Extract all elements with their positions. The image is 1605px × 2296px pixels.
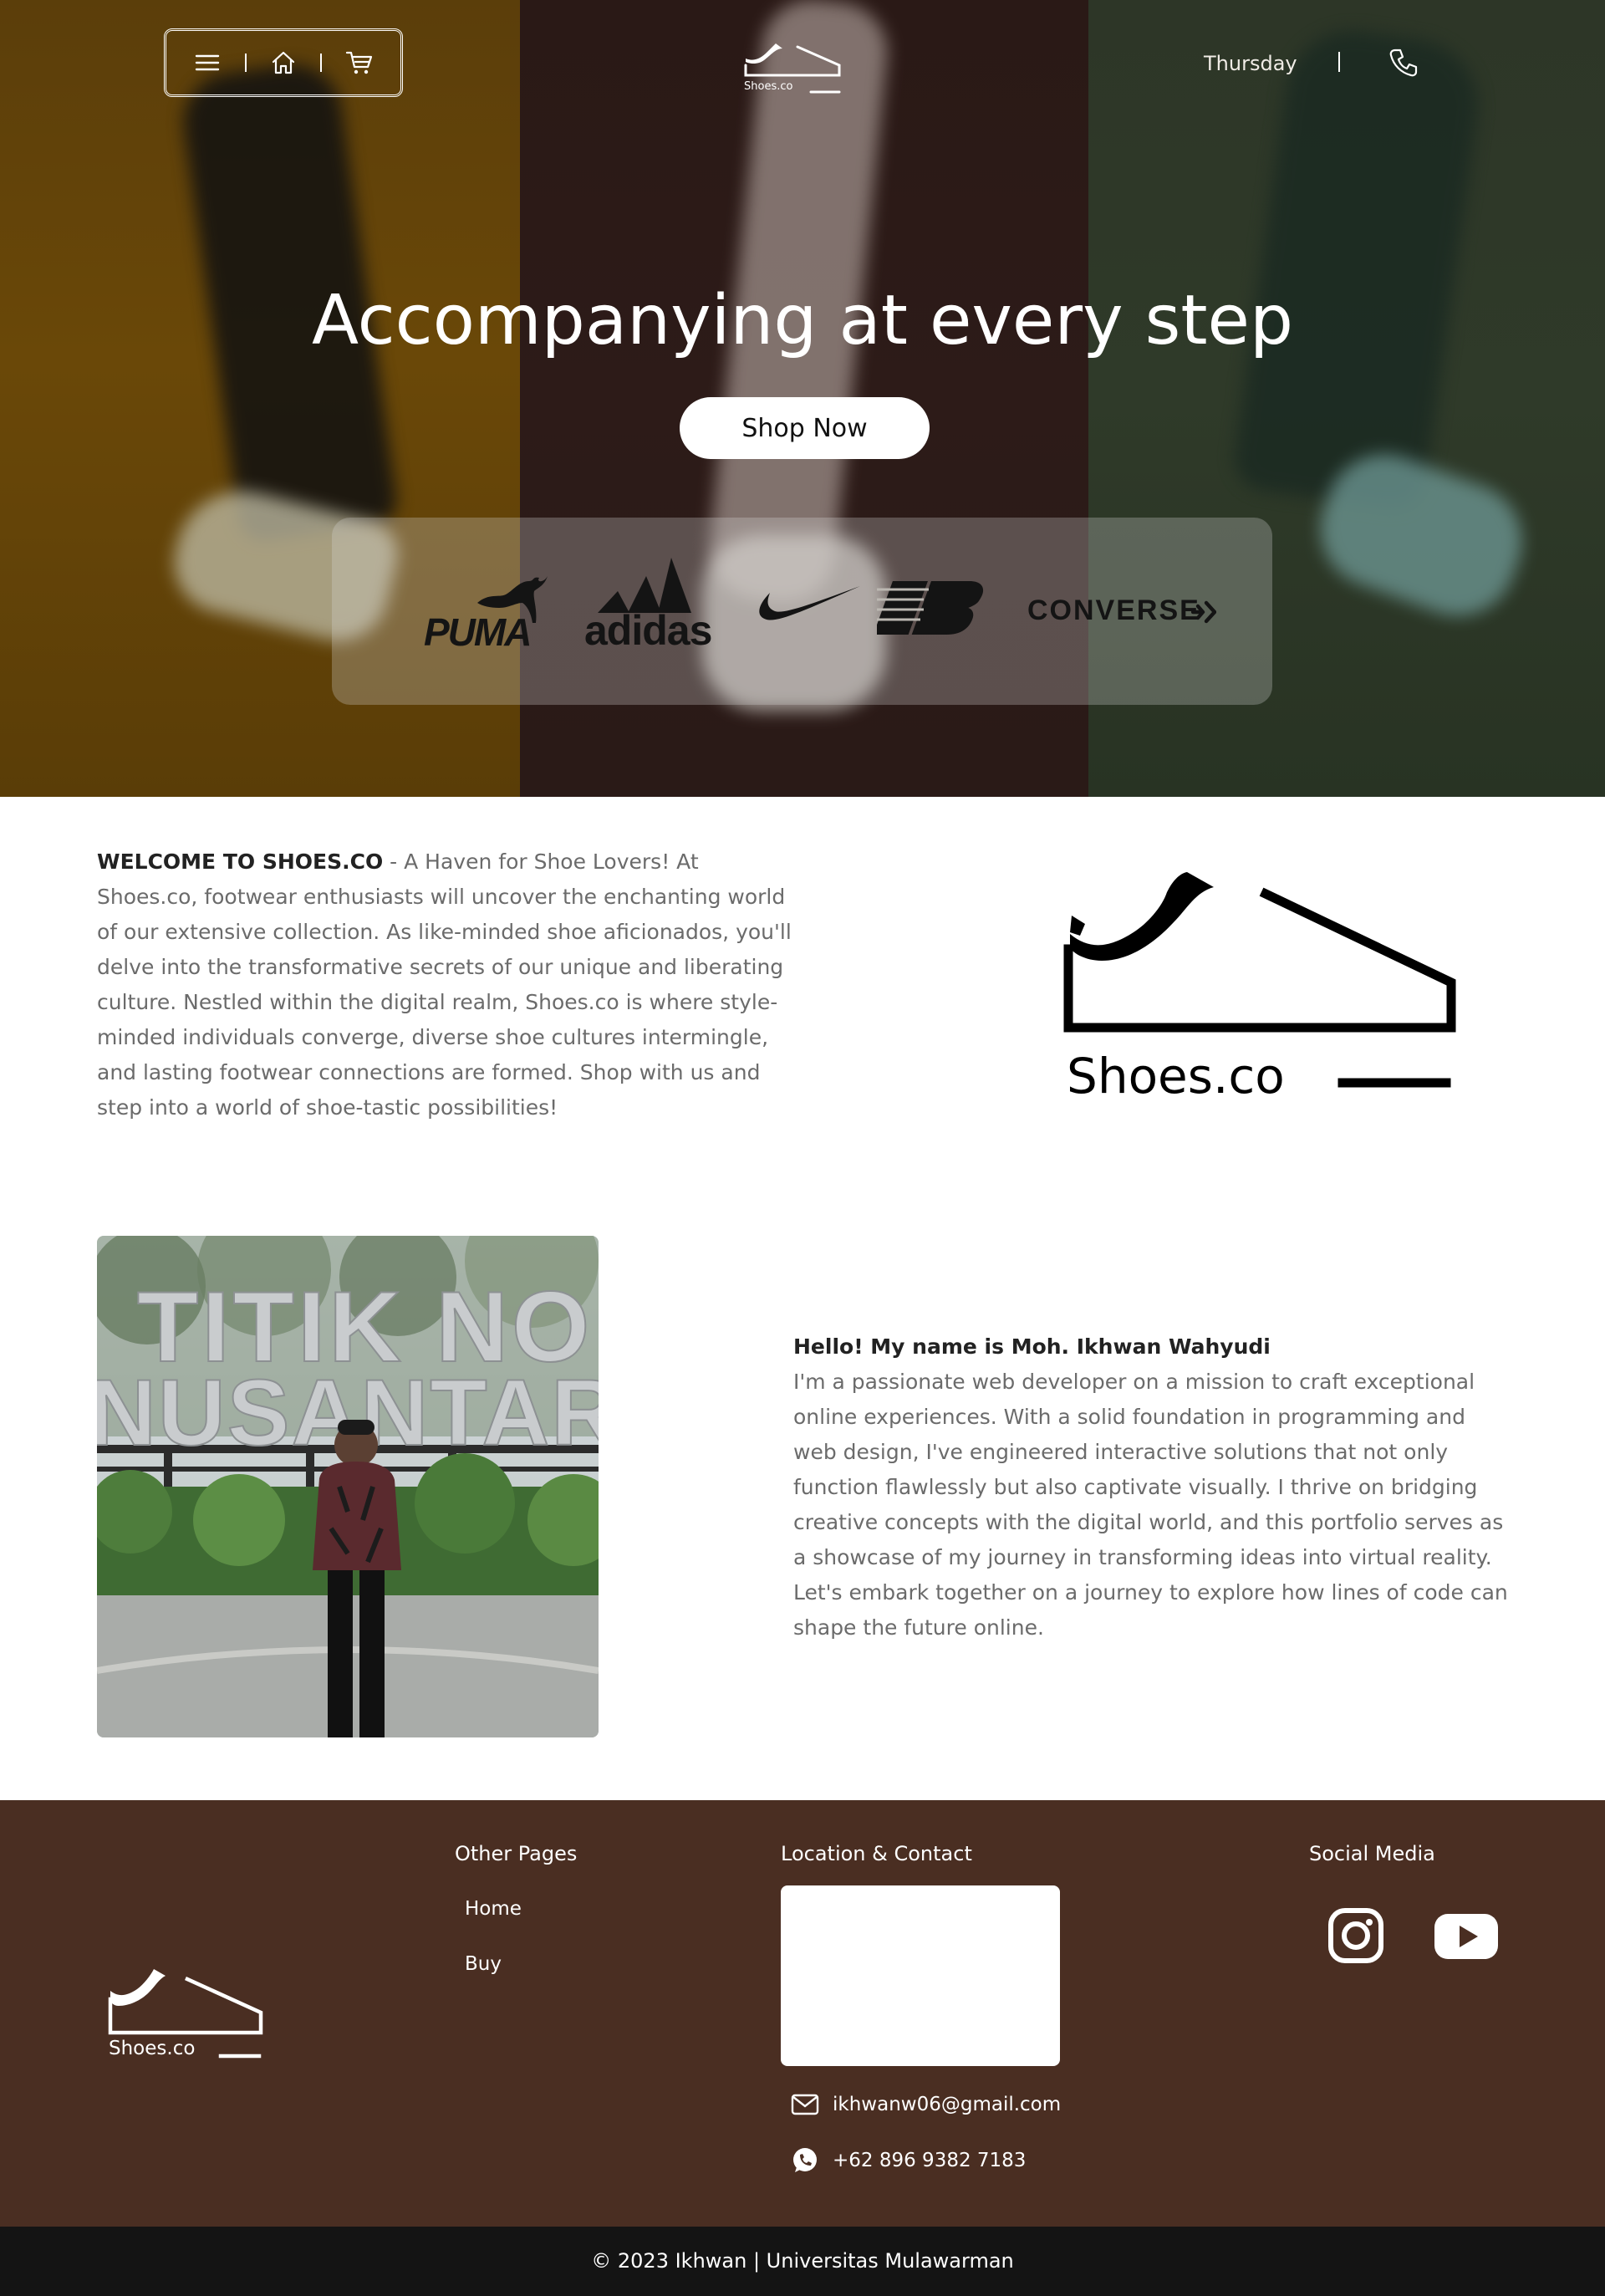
shop-now-button[interactable]: Shop Now [680, 397, 930, 459]
adidas-logo[interactable]: adidas [584, 558, 712, 654]
about-body: I'm a passionate web developer on a miss… [793, 1370, 1508, 1640]
home-icon[interactable] [268, 48, 298, 78]
hero-section: Shoes.co Thursday Accompanying at every … [0, 0, 1605, 797]
welcome-heading: WELCOME TO SHOES.CO [97, 850, 384, 874]
copyright-text: © 2023 Ikhwan | Universitas Mulawarman [591, 2249, 1014, 2273]
nav-icon-group [164, 28, 403, 97]
welcome-logo: Shoes.co [1062, 849, 1463, 1105]
copyright-bar: © 2023 Ikhwan | Universitas Mulawarman [0, 2227, 1605, 2296]
about-text: Hello! My name is Moh. Ikhwan Wahyudi I'… [793, 1329, 1512, 1645]
welcome-logo-wordmark: Shoes.co [1067, 1048, 1285, 1100]
cart-icon[interactable] [344, 48, 374, 78]
brand-logo-strip: PUMA adidas CONVERSE [332, 518, 1272, 705]
converse-logo[interactable]: CONVERSE [1027, 593, 1220, 631]
footer-logo-wordmark: Shoes.co [109, 2038, 195, 2059]
social-media-title: Social Media [1309, 1842, 1435, 1865]
site-footer: Shoes.co Other Pages Home Buy Location &… [0, 1800, 1605, 2227]
other-pages-title: Other Pages [455, 1842, 578, 1865]
footer-logo[interactable]: Shoes.co [107, 1959, 266, 2064]
site-logo[interactable]: Shoes.co [742, 28, 844, 95]
logo-wordmark: Shoes.co [744, 80, 792, 93]
phone-icon[interactable] [1388, 47, 1419, 79]
welcome-text: WELCOME TO SHOES.CO - A Haven for Shoe L… [97, 844, 799, 1125]
contact-phone[interactable]: +62 896 9382 7183 [791, 2146, 1026, 2175]
nav-divider [1338, 52, 1340, 72]
hamburger-icon[interactable] [192, 48, 222, 78]
nike-logo[interactable] [752, 583, 862, 633]
contact-phone-text: +62 896 9382 7183 [833, 2150, 1027, 2171]
current-day: Thursday [1204, 52, 1297, 75]
converse-wordmark: CONVERSE [1027, 594, 1200, 626]
mail-icon [791, 2094, 819, 2115]
adidas-wordmark: adidas [584, 607, 712, 654]
footer-link-buy[interactable]: Buy [465, 1953, 502, 1975]
puma-logo[interactable]: PUMA [424, 569, 549, 654]
about-heading: Hello! My name is Moh. Ikhwan Wahyudi [793, 1334, 1271, 1359]
profile-photo: TITIK NOL NUSANTARA [97, 1236, 599, 1737]
contact-email-text: ikhwanw06@gmail.com [833, 2094, 1062, 2115]
nav-divider [244, 54, 247, 72]
youtube-icon[interactable] [1433, 1906, 1500, 1966]
instagram-icon[interactable] [1326, 1906, 1386, 1966]
hero-title: Accompanying at every step [311, 281, 1294, 360]
nav-divider [320, 54, 323, 72]
location-contact-title: Location & Contact [781, 1842, 972, 1865]
whatsapp-icon [793, 2148, 817, 2172]
contact-email[interactable]: ikhwanw06@gmail.com [791, 2093, 1061, 2116]
new-balance-logo[interactable] [873, 576, 994, 640]
location-map[interactable] [781, 1885, 1060, 2066]
footer-link-home[interactable]: Home [465, 1898, 522, 1920]
welcome-body: - A Haven for Shoe Lovers! At Shoes.co, … [97, 850, 792, 1120]
